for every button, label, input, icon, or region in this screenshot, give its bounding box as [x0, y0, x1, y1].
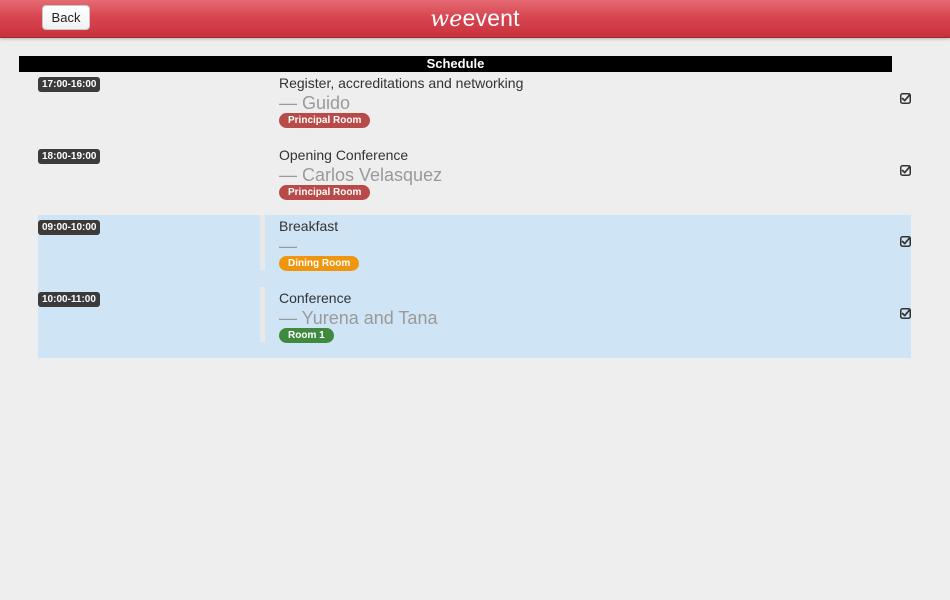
- room-badge: Dining Room: [279, 256, 360, 271]
- session-title: Register, accreditations and networking: [279, 75, 524, 91]
- time-badge: 17:00-16:00: [38, 77, 101, 92]
- schedule-item[interactable]: 09:00-10:00 Breakfast — Dining Room: [38, 215, 911, 287]
- schedule-item[interactable]: 17:00-16:00 Register, accreditations and…: [38, 72, 911, 144]
- room-badge: Principal Room: [279, 113, 371, 128]
- schedule-header: Schedule: [19, 56, 892, 72]
- time-badge: 10:00-11:00: [38, 291, 100, 307]
- session-title: Conference: [279, 289, 352, 306]
- checkbox-icon[interactable]: [900, 236, 911, 247]
- room-badge: Principal Room: [279, 184, 371, 200]
- session-title: Breakfast: [279, 218, 339, 234]
- row-divider: [260, 215, 265, 270]
- session-speaker: —: [279, 236, 297, 256]
- session-speaker: — Guido: [279, 93, 351, 113]
- session-speaker: — Yurena and Tana: [279, 307, 438, 328]
- row-divider: [260, 286, 265, 342]
- room-badge: Room 1: [279, 327, 334, 343]
- app-logo: weevent: [0, 4, 950, 34]
- top-navigation-bar: Back weevent: [0, 0, 950, 38]
- checkbox-icon[interactable]: [900, 93, 911, 104]
- session-title: Opening Conference: [279, 146, 409, 163]
- schedule-item[interactable]: 18:00-19:00 Opening Conference — Carlos …: [38, 144, 911, 216]
- checkbox-icon[interactable]: [900, 164, 911, 176]
- time-badge: 18:00-19:00: [38, 148, 101, 164]
- logo-event: event: [462, 5, 520, 31]
- checkbox-icon[interactable]: [900, 307, 911, 319]
- schedule-list: 17:00-16:00 Register, accreditations and…: [38, 72, 911, 358]
- session-speaker: — Carlos Velasquez: [279, 164, 443, 185]
- logo-we: we: [430, 7, 463, 32]
- schedule-item[interactable]: 10:00-11:00 Conference — Yurena and Tana…: [38, 286, 911, 358]
- time-badge: 09:00-10:00: [38, 220, 101, 235]
